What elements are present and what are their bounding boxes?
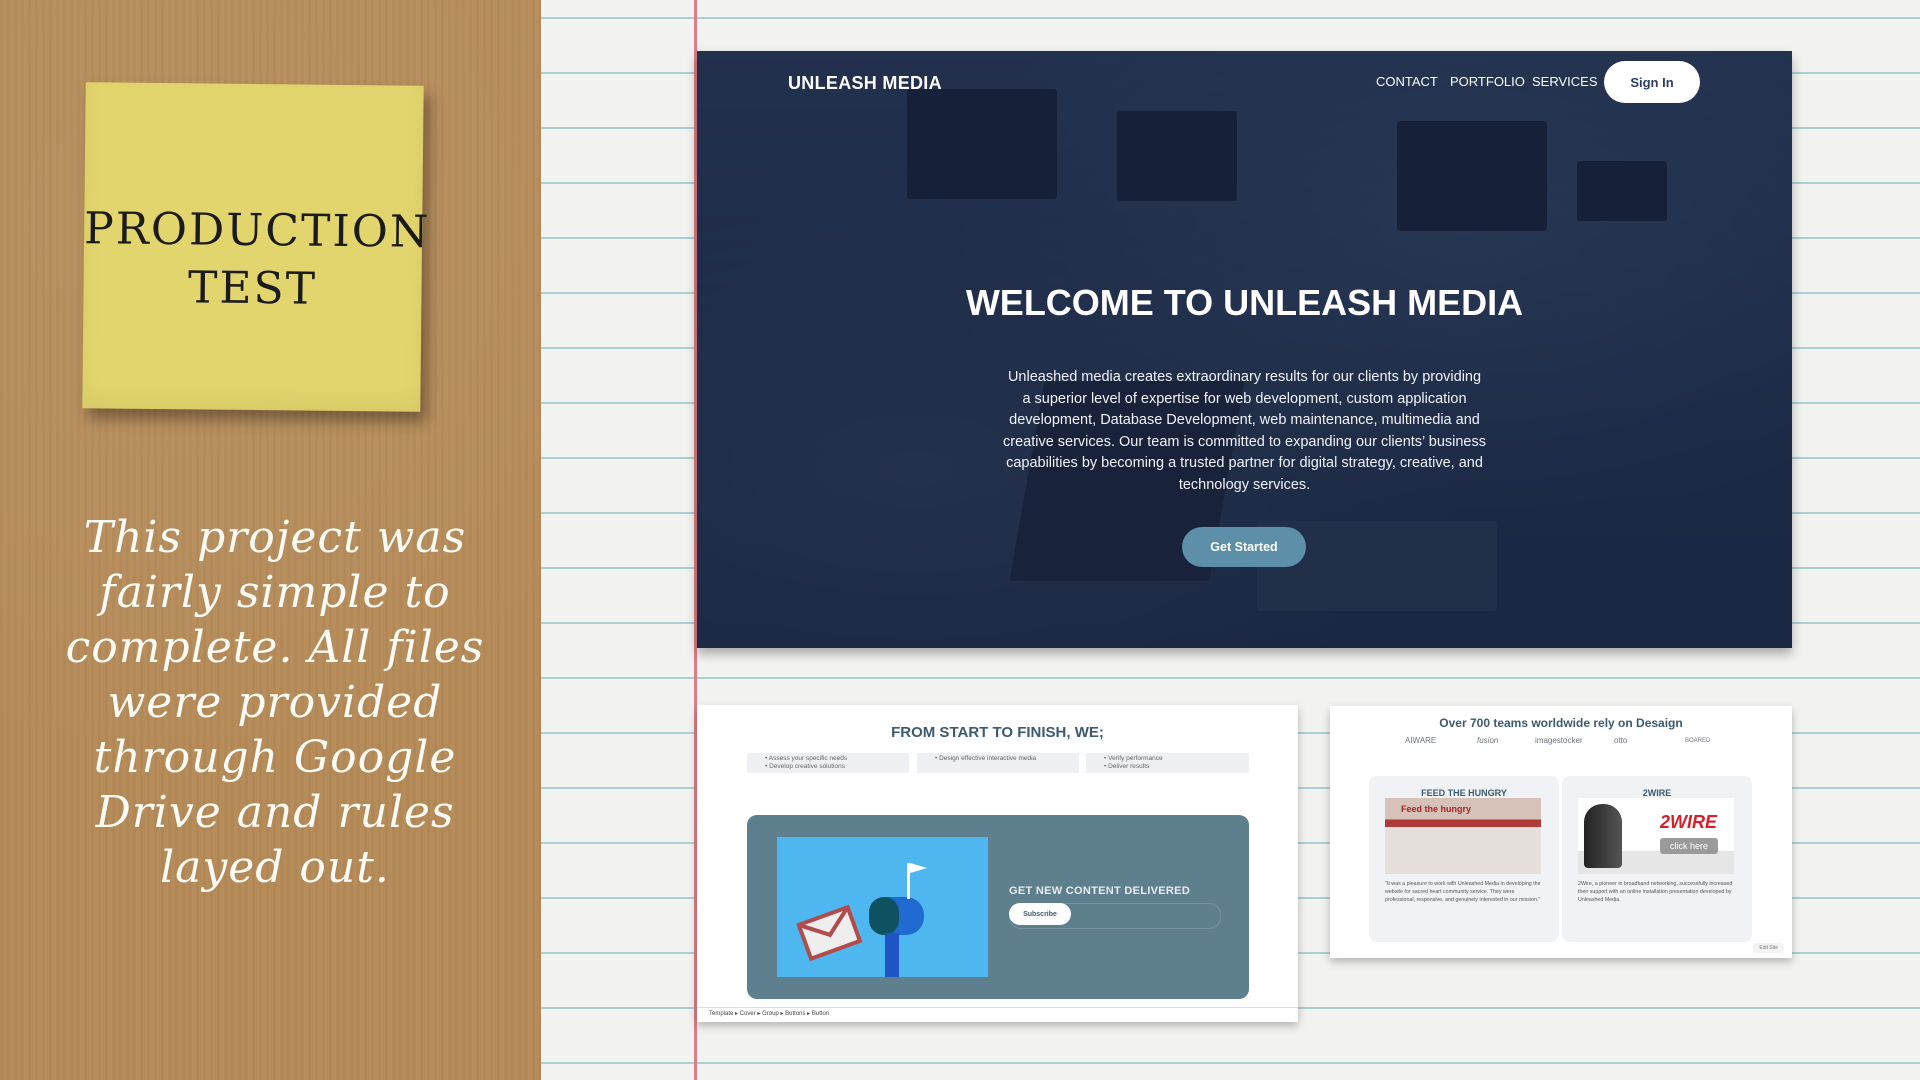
breadcrumb-divider <box>697 1007 1298 1008</box>
client-screenshot-text: 2WIRE <box>1660 812 1718 832</box>
nav-contact[interactable]: CONTACT <box>1376 74 1438 89</box>
step-item: • Deliver results <box>1104 763 1150 770</box>
client-card-feed-the-hungry[interactable]: FEED THE HUNGRY Feed the hungry "It was … <box>1369 776 1559 942</box>
sticky-note-line1: PRODUCTION <box>83 203 431 258</box>
breadcrumb-item[interactable]: Button <box>812 1011 829 1017</box>
cardboard-panel: PRODUCTION TEST This project was fairly … <box>0 0 541 1080</box>
client-quote: 2Wire, a pioneer in broadband networking… <box>1578 881 1733 903</box>
client-screenshot: Feed the hungry <box>1385 798 1541 874</box>
partner-logo: BOARED <box>1685 738 1711 744</box>
sticky-note: PRODUCTION TEST <box>82 82 431 412</box>
client-title: FEED THE HUNGRY <box>1421 788 1507 798</box>
hero-screenshot: UNLEASH MEDIA CONTACT PORTFOLIO SERVICES… <box>697 51 1792 648</box>
nav-portfolio[interactable]: PORTFOLIO <box>1450 74 1525 89</box>
client-quote: "It was a pleasure to work with Unleashe… <box>1385 881 1541 903</box>
click-here-button[interactable]: click here <box>1660 838 1718 854</box>
step-text: Design effective interactive media <box>939 755 1037 762</box>
breadcrumb-item[interactable]: Cover <box>740 1011 756 1017</box>
step-text: Assess your specific needs <box>768 755 848 762</box>
client-screenshot: 2WIRE click here <box>1578 798 1734 874</box>
client-card-2wire[interactable]: 2WIRE 2WIRE click here 2Wire, a pioneer … <box>1562 776 1752 942</box>
step-box: • Design effective interactive media <box>917 753 1079 773</box>
get-started-button[interactable]: Get Started <box>1182 527 1306 567</box>
breadcrumb-item[interactable]: Template <box>709 1011 733 1017</box>
sign-in-button[interactable]: Sign In <box>1604 61 1700 103</box>
nav-services[interactable]: SERVICES <box>1532 74 1598 89</box>
client-screenshot-text: Feed the hungry <box>1401 804 1472 814</box>
step-box: • Verify performance • Deliver results <box>1086 753 1249 773</box>
breadcrumb: Template ▸ Cover ▸ Group ▸ Buttons ▸ But… <box>709 1011 830 1017</box>
edit-site-tag[interactable]: Edit Site <box>1753 943 1784 953</box>
hero-description: Unleashed media creates extraordinary re… <box>1002 369 1486 493</box>
step-text: Deliver results <box>1108 763 1150 770</box>
sticky-note-line2: TEST <box>187 262 318 315</box>
clients-title: Over 700 teams worldwide rely on Desaign <box>1439 716 1683 730</box>
breadcrumb-item[interactable]: Buttons <box>785 1011 805 1017</box>
step-item: • Assess your specific needs <box>765 755 848 762</box>
breadcrumb-item[interactable]: Group <box>762 1011 779 1017</box>
partner-logo: fusion <box>1477 736 1499 745</box>
step-item: • Design effective interactive media <box>935 755 1037 762</box>
subscribe-panel: GET NEW CONTENT DELIVERED Subscribe <box>747 815 1249 999</box>
partner-logo: AIWARE <box>1405 736 1437 745</box>
subscribe-heading: GET NEW CONTENT DELIVERED <box>1009 885 1191 897</box>
project-note: This project was fairly simple to comple… <box>65 512 485 893</box>
steps-card: FROM START TO FINISH, WE; • Assess your … <box>697 705 1298 1022</box>
subscribe-button[interactable]: Subscribe <box>1009 903 1071 925</box>
router-image <box>1584 804 1622 868</box>
hero-title: WELCOME TO UNLEASH MEDIA <box>965 282 1524 323</box>
step-text: Verify performance <box>1108 755 1163 762</box>
step-item: • Develop creative solutions <box>765 763 845 770</box>
mailbox-icon <box>796 863 927 977</box>
sticky-note-text: PRODUCTION TEST <box>83 200 431 320</box>
mailbox-illustration <box>777 837 988 977</box>
clients-card: Over 700 teams worldwide rely on Desaign… <box>1330 706 1792 958</box>
client-title: 2WIRE <box>1642 788 1672 798</box>
partner-logo: otto <box>1614 736 1628 745</box>
step-item: • Verify performance <box>1104 755 1163 762</box>
step-text: Develop creative solutions <box>769 763 845 770</box>
brand-logo[interactable]: UNLEASH MEDIA <box>788 73 942 94</box>
step-box: • Assess your specific needs • Develop c… <box>747 753 909 773</box>
partner-logo: imagestocker <box>1535 736 1583 745</box>
steps-title: FROM START TO FINISH, WE; <box>891 724 1104 741</box>
